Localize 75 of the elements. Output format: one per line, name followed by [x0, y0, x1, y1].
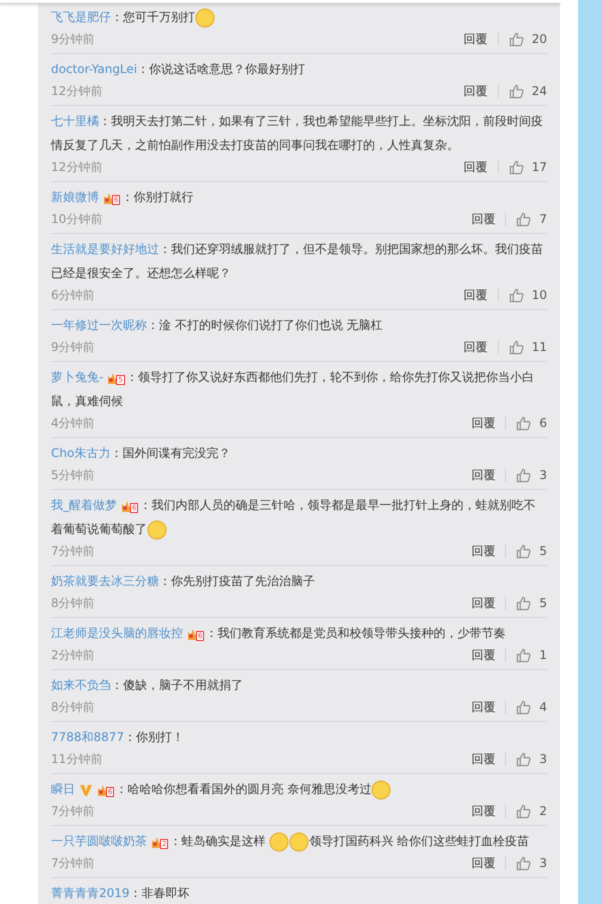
timestamp: 12分钟前 — [51, 158, 104, 176]
reply-link[interactable]: 回覆 — [471, 542, 496, 560]
comment-text: 生活就是要好好地过：我们还穿羽绒服就打了，但不是领导。别把国家想的那么坏。我们疫苗已经是很安全了。还想怎么样呢？ — [51, 241, 544, 282]
like-button[interactable]: 11 — [508, 340, 547, 354]
comment-text: 菁青青青2019：非春即坏 — [51, 885, 191, 902]
reply-link[interactable]: 回覆 — [471, 646, 496, 664]
timestamp: 2分钟前 — [51, 646, 96, 664]
reply-link[interactable]: 回覆 — [471, 698, 496, 716]
thumbs-up-icon — [508, 160, 524, 174]
like-button[interactable]: 5 — [516, 544, 547, 558]
like-button[interactable]: 20 — [508, 32, 547, 46]
like-button[interactable]: 24 — [508, 84, 547, 98]
reply-link[interactable]: 回覆 — [464, 30, 488, 48]
like-button[interactable]: 2 — [516, 804, 547, 818]
timestamp: 7分钟前 — [51, 542, 96, 560]
emoji-icon — [269, 832, 290, 852]
reply-link[interactable]: 回覆 — [471, 210, 496, 228]
thumbs-up-icon — [508, 340, 524, 354]
reply-link[interactable]: 回覆 — [464, 158, 488, 176]
timestamp: 10分钟前 — [51, 210, 104, 228]
thumbs-up-icon — [508, 288, 524, 302]
like-button[interactable]: 10 — [508, 288, 547, 302]
timestamp: 8分钟前 — [51, 594, 96, 612]
comment-text: 一年修过一次昵称：淦 不打的时候你们说打了你们也说 无脑杠 — [51, 317, 384, 334]
thumbs-up-icon — [516, 804, 532, 818]
emoji-icon — [289, 832, 310, 852]
comment-text: 飞飞是肥仔：您可千万别打 — [51, 5, 547, 29]
comment-text: 7788和8877：你别打！ — [51, 729, 186, 746]
thumbs-up-icon — [516, 700, 532, 714]
emoji-icon — [371, 780, 392, 800]
thumbs-up-icon — [516, 544, 532, 558]
emoji-icon — [195, 8, 215, 28]
reply-link[interactable]: 回覆 — [471, 854, 496, 872]
reply-link[interactable]: 回覆 — [471, 802, 496, 820]
reply-link[interactable]: 回覆 — [464, 286, 488, 304]
timestamp: 6分钟前 — [51, 286, 96, 304]
timestamp: 9分钟前 — [51, 30, 96, 48]
like-button[interactable]: 4 — [516, 700, 547, 714]
like-button[interactable]: 5 — [516, 596, 547, 610]
thumbs-up-icon — [516, 648, 532, 662]
thumbs-up-icon — [516, 752, 532, 766]
like-button[interactable]: 6 — [516, 416, 547, 430]
comment-text: 如来不负刍：傻缺，脑子不用就捐了 — [51, 677, 244, 694]
comment-text: 奶茶就要去冰三分糖：你先别打疫苗了先治治脑子 — [51, 573, 316, 590]
comment-text: Cho朱古力：国外间谍有完没完？ — [51, 445, 232, 462]
thumbs-up-icon — [516, 468, 532, 482]
like-button[interactable]: 3 — [516, 752, 547, 766]
like-button[interactable]: 3 — [516, 468, 547, 482]
like-button[interactable]: 17 — [508, 160, 547, 174]
timestamp: 12分钟前 — [51, 82, 104, 100]
timestamp: 11分钟前 — [51, 750, 104, 768]
comment-text: doctor-YangLei：你说这话啥意思？你最好别打 — [51, 61, 306, 78]
reply-link[interactable]: 回覆 — [471, 594, 496, 612]
reply-link[interactable]: 回覆 — [464, 82, 488, 100]
timestamp: 5分钟前 — [51, 466, 96, 484]
timestamp: 7分钟前 — [51, 802, 96, 820]
thumbs-up-icon — [508, 32, 524, 46]
timestamp: 9分钟前 — [51, 338, 96, 356]
timestamp: 7分钟前 — [51, 854, 96, 872]
like-button[interactable]: 1 — [516, 648, 547, 662]
timestamp: 4分钟前 — [51, 414, 96, 432]
thumbs-up-icon — [516, 212, 532, 226]
comment-text: 七十里橘：我明天去打第二针，如果有了三针，我也希望能早些打上。坐标沈阳，前段时间疫情反复了几天，之前怕副作用没去打疫苗的同事问我在哪打的，人性真复杂。 — [51, 113, 544, 154]
reply-link[interactable]: 回覆 — [471, 414, 496, 432]
like-button[interactable]: 3 — [516, 856, 547, 870]
thumbs-up-icon — [516, 596, 532, 610]
like-button[interactable]: 7 — [516, 212, 547, 226]
thumbs-up-icon — [508, 84, 524, 98]
thumbs-up-icon — [516, 856, 532, 870]
reply-link[interactable]: 回覆 — [471, 466, 496, 484]
emoji-icon — [147, 520, 167, 540]
reply-link[interactable]: 回覆 — [471, 750, 496, 768]
timestamp: 8分钟前 — [51, 698, 96, 716]
thumbs-up-icon — [516, 416, 532, 430]
reply-link[interactable]: 回覆 — [464, 338, 488, 356]
